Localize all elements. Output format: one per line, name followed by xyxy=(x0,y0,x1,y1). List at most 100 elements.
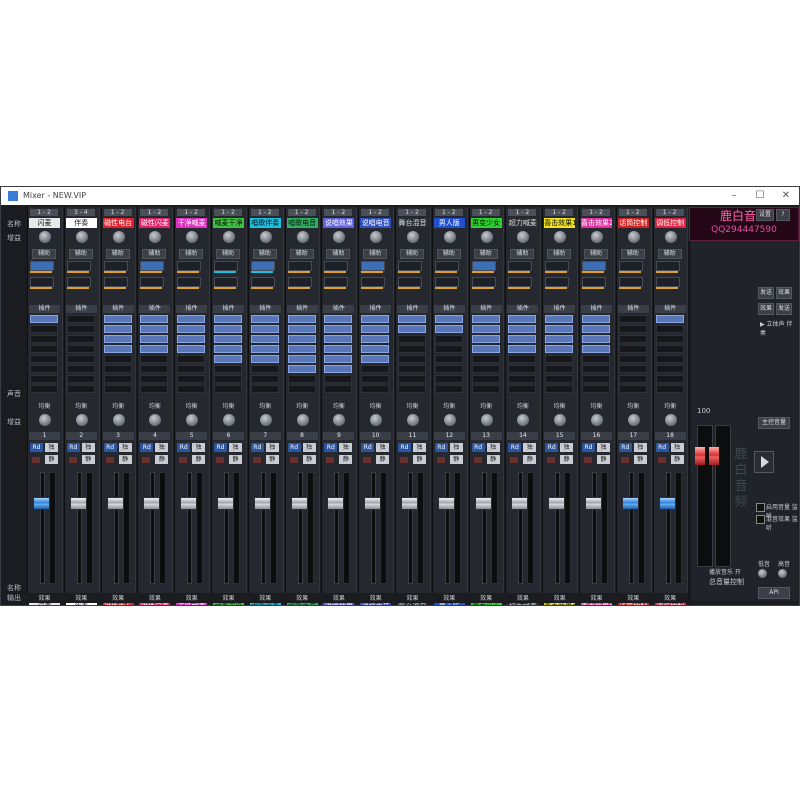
plugin-header[interactable]: 插件 xyxy=(654,305,686,313)
plugin-slot[interactable] xyxy=(287,365,316,373)
aux-button[interactable]: 辅助 xyxy=(584,249,608,259)
plugin-slot[interactable] xyxy=(471,385,500,393)
channel-name-bottom[interactable]: 喜击效果1 xyxy=(544,603,576,605)
plugin-slot[interactable] xyxy=(103,385,132,393)
plugin-slot[interactable] xyxy=(398,385,426,393)
eq-header[interactable]: 均衡 xyxy=(176,403,207,411)
channel-name[interactable]: 说唱电音 xyxy=(360,218,392,228)
plugin-slot[interactable] xyxy=(434,325,463,333)
plugin-slot[interactable] xyxy=(471,315,500,323)
plugin-slot[interactable] xyxy=(655,375,684,383)
plugin-slot[interactable] xyxy=(508,355,537,363)
plugin-slot[interactable] xyxy=(471,335,500,343)
mute-button[interactable]: 静 xyxy=(302,455,316,464)
input-select[interactable]: 1 - 2 xyxy=(250,209,279,216)
plugin-header[interactable]: 插件 xyxy=(29,305,60,313)
channel-name[interactable]: 磁性电台 xyxy=(102,218,134,228)
record-button[interactable]: Rd xyxy=(618,443,632,452)
plugin-slot[interactable] xyxy=(177,325,206,333)
fader-cap[interactable] xyxy=(327,497,345,510)
plugin-slot[interactable] xyxy=(618,355,647,363)
input-select[interactable]: 3 - 4 xyxy=(66,209,95,216)
fader-track[interactable] xyxy=(76,472,82,584)
fader-cap[interactable] xyxy=(548,497,566,510)
solo-button[interactable]: 独 xyxy=(155,443,169,452)
effect-button-2[interactable]: 效果 xyxy=(758,303,774,315)
solo-button[interactable]: 独 xyxy=(449,443,463,452)
effect-button[interactable]: 效果 xyxy=(776,287,792,299)
plugin-slot[interactable] xyxy=(434,355,463,363)
plugin-slot[interactable] xyxy=(103,315,132,323)
input-select[interactable]: 1 - 2 xyxy=(30,209,58,216)
plugin-slot[interactable] xyxy=(508,385,537,393)
solo-button[interactable]: 独 xyxy=(339,443,353,452)
plugin-slot[interactable] xyxy=(361,385,390,393)
plugin-slot[interactable] xyxy=(30,325,58,333)
plugin-slot[interactable] xyxy=(66,375,95,383)
fader-cap[interactable] xyxy=(474,497,492,510)
channel-name[interactable]: 话筒控制 xyxy=(617,218,649,228)
plugin-slot[interactable] xyxy=(655,345,684,353)
fx-label[interactable]: 效果 xyxy=(397,595,428,602)
plugin-slot[interactable] xyxy=(434,375,463,383)
play-button[interactable] xyxy=(754,451,774,473)
pan-knob[interactable] xyxy=(112,414,125,426)
plugin-slot[interactable] xyxy=(177,355,206,363)
mute-button[interactable]: 静 xyxy=(155,455,169,464)
plugin-slot[interactable] xyxy=(471,355,500,363)
check-1-box[interactable] xyxy=(756,503,765,512)
aux-button[interactable]: 辅助 xyxy=(436,249,461,259)
record-button[interactable]: Rd xyxy=(30,443,43,452)
plugin-slot[interactable] xyxy=(324,375,353,383)
plugin-slot[interactable] xyxy=(177,365,206,373)
aux-send-1[interactable] xyxy=(471,261,496,271)
trim-knob[interactable] xyxy=(627,231,640,243)
trim-knob[interactable] xyxy=(75,231,88,243)
trim-knob[interactable] xyxy=(259,231,272,243)
aux-send-1[interactable] xyxy=(508,261,533,271)
eq-header[interactable]: 均衡 xyxy=(397,403,428,411)
pan-knob[interactable] xyxy=(554,414,567,426)
fx-label[interactable]: 效果 xyxy=(655,595,686,602)
aux-send-1[interactable] xyxy=(655,261,680,271)
trim-knob[interactable] xyxy=(517,231,530,243)
fader-cap[interactable] xyxy=(33,497,50,510)
record-button[interactable]: Rd xyxy=(434,443,448,452)
plugin-slot[interactable] xyxy=(66,365,95,373)
plugin-slot[interactable] xyxy=(140,355,169,363)
plugin-slot[interactable] xyxy=(545,325,574,333)
plugin-slot[interactable] xyxy=(545,365,574,373)
channel-name[interactable]: 闪麦 xyxy=(29,218,60,228)
plugin-slot[interactable] xyxy=(398,375,426,383)
pan-knob[interactable] xyxy=(443,414,456,426)
plugin-slot[interactable] xyxy=(103,335,132,343)
input-select[interactable]: 1 - 2 xyxy=(471,209,500,216)
fx-label[interactable]: 效果 xyxy=(618,595,649,602)
solo-button[interactable]: 独 xyxy=(265,443,279,452)
eq-header[interactable]: 均衡 xyxy=(29,403,60,411)
fader-cap[interactable] xyxy=(621,497,639,510)
record-button[interactable]: Rd xyxy=(250,443,264,452)
plugin-slot[interactable] xyxy=(103,365,132,373)
fx-label[interactable]: 效果 xyxy=(176,595,207,602)
solo-button[interactable]: 独 xyxy=(229,443,242,452)
channel-name[interactable]: 男变少女 xyxy=(470,218,502,228)
plugin-slot[interactable] xyxy=(618,335,647,343)
fader-cap[interactable] xyxy=(217,497,234,510)
pan-knob[interactable] xyxy=(75,414,88,426)
plugin-slot[interactable] xyxy=(655,365,684,373)
plugin-slot[interactable] xyxy=(214,315,242,323)
channel-name-bottom[interactable]: 喜击效果2 xyxy=(581,603,612,605)
trim-knob[interactable] xyxy=(186,231,199,243)
plugin-slot[interactable] xyxy=(618,345,647,353)
plugin-slot[interactable] xyxy=(324,385,353,393)
plugin-header[interactable]: 插件 xyxy=(397,305,428,313)
aux-send-2[interactable] xyxy=(177,277,202,287)
pan-knob[interactable] xyxy=(480,414,493,426)
mute-button[interactable]: 静 xyxy=(192,455,206,464)
plugin-slot[interactable] xyxy=(655,335,684,343)
plugin-slot[interactable] xyxy=(250,345,279,353)
channel-name[interactable]: 干净喊麦 xyxy=(176,218,208,228)
record-button[interactable]: Rd xyxy=(66,443,80,452)
plugin-slot[interactable] xyxy=(361,345,390,353)
